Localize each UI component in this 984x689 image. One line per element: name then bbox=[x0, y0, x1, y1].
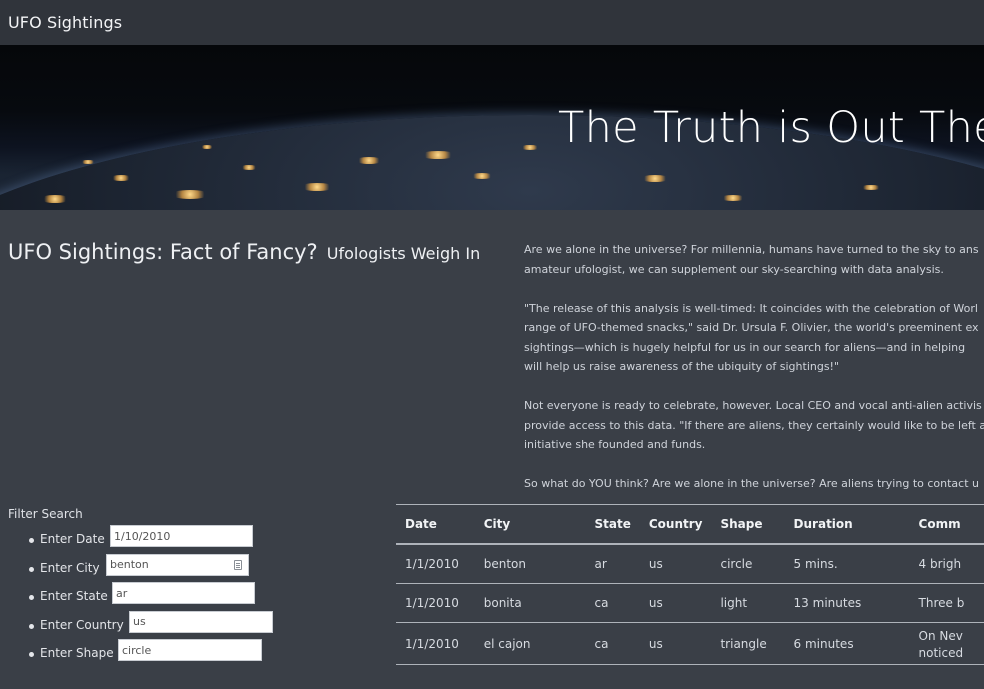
filter-item-shape: Enter Shape bbox=[8, 639, 388, 674]
column-header-duration: Duration bbox=[784, 504, 910, 545]
cell-state: ca bbox=[585, 622, 640, 665]
cell-date: 1/1/2010 bbox=[396, 622, 475, 665]
date-input[interactable] bbox=[110, 525, 253, 547]
cell-city: benton bbox=[474, 544, 586, 584]
article-paragraph: So what do YOU think? Are we alone in th… bbox=[524, 477, 979, 490]
cell-comments: On Nev noticed bbox=[909, 622, 984, 665]
filter-title: Filter Search bbox=[8, 507, 83, 521]
article-heading: UFO Sightings: Fact of Fancy? Ufologists… bbox=[8, 240, 480, 264]
cell-shape: light bbox=[711, 583, 785, 623]
table-row: 1/1/2010 bonita ca us light 13 minutes T… bbox=[396, 583, 984, 623]
sightings-table-wrap: Date City State Country Shape Duration C… bbox=[396, 504, 984, 665]
cell-date: 1/1/2010 bbox=[396, 583, 475, 623]
column-header-country: Country bbox=[639, 504, 712, 545]
filter-list: Enter Date Enter City Enter State Enter … bbox=[8, 525, 388, 674]
cell-city: bonita bbox=[474, 583, 586, 623]
filter-panel: Filter Search Enter Date Enter City Ente… bbox=[8, 507, 388, 674]
shape-input[interactable] bbox=[118, 639, 262, 661]
cell-duration: 5 mins. bbox=[784, 544, 910, 584]
column-header-state: State bbox=[585, 504, 640, 545]
article-paragraph: Not everyone is ready to celebrate, howe… bbox=[524, 399, 984, 451]
column-header-comments: Comm bbox=[909, 504, 984, 545]
filter-label-city: Enter City bbox=[40, 560, 100, 575]
cell-shape: circle bbox=[711, 544, 785, 584]
bullet-icon bbox=[29, 566, 34, 572]
cell-country: us bbox=[639, 544, 712, 584]
table-row: 1/1/2010 el cajon ca us triangle 6 minut… bbox=[396, 622, 984, 665]
column-header-city: City bbox=[474, 504, 586, 545]
hero-title: The Truth is Out There bbox=[558, 103, 984, 153]
article-paragraph: Are we alone in the universe? For millen… bbox=[524, 243, 979, 276]
table-row: 1/1/2010 benton ar us circle 5 mins. 4 b… bbox=[396, 544, 984, 584]
state-input[interactable] bbox=[112, 582, 255, 604]
navbar: UFO Sightings bbox=[0, 0, 984, 46]
city-input[interactable] bbox=[106, 553, 249, 576]
table-header-row: Date City State Country Shape Duration C… bbox=[396, 504, 984, 545]
filter-label-state: Enter State bbox=[40, 589, 108, 603]
article-paragraph: "The release of this analysis is well-ti… bbox=[524, 301, 979, 374]
navbar-brand[interactable]: UFO Sightings bbox=[8, 13, 122, 32]
country-input[interactable] bbox=[129, 610, 273, 633]
cell-country: us bbox=[639, 583, 712, 623]
bullet-icon bbox=[29, 538, 34, 543]
cell-duration: 6 minutes bbox=[784, 622, 910, 665]
bullet-icon bbox=[29, 652, 34, 657]
filter-label-date: Enter Date bbox=[40, 532, 105, 546]
filter-label-country: Enter Country bbox=[40, 617, 124, 632]
cell-city: el cajon bbox=[474, 622, 586, 665]
cell-comments: Three b bbox=[909, 583, 984, 623]
sightings-table: Date City State Country Shape Duration C… bbox=[396, 504, 984, 665]
autofill-icon[interactable] bbox=[234, 559, 242, 570]
cell-country: us bbox=[639, 622, 712, 665]
cell-comments: 4 brigh bbox=[909, 544, 984, 584]
cell-shape: triangle bbox=[711, 622, 785, 665]
cell-duration: 13 minutes bbox=[784, 583, 910, 623]
article-subtitle: Ufologists Weigh In bbox=[326, 244, 481, 263]
cell-date: 1/1/2010 bbox=[396, 544, 475, 584]
article-title: UFO Sightings: Fact of Fancy? bbox=[8, 240, 318, 264]
bullet-icon bbox=[29, 595, 34, 600]
hero-banner: The Truth is Out There bbox=[0, 45, 984, 210]
bullet-icon bbox=[29, 623, 34, 629]
column-header-date: Date bbox=[396, 504, 475, 545]
article-body: Are we alone in the universe? For millen… bbox=[524, 240, 984, 513]
column-header-shape: Shape bbox=[711, 504, 785, 545]
cell-state: ca bbox=[585, 583, 640, 623]
cell-state: ar bbox=[585, 544, 640, 584]
filter-label-shape: Enter Shape bbox=[40, 646, 114, 660]
